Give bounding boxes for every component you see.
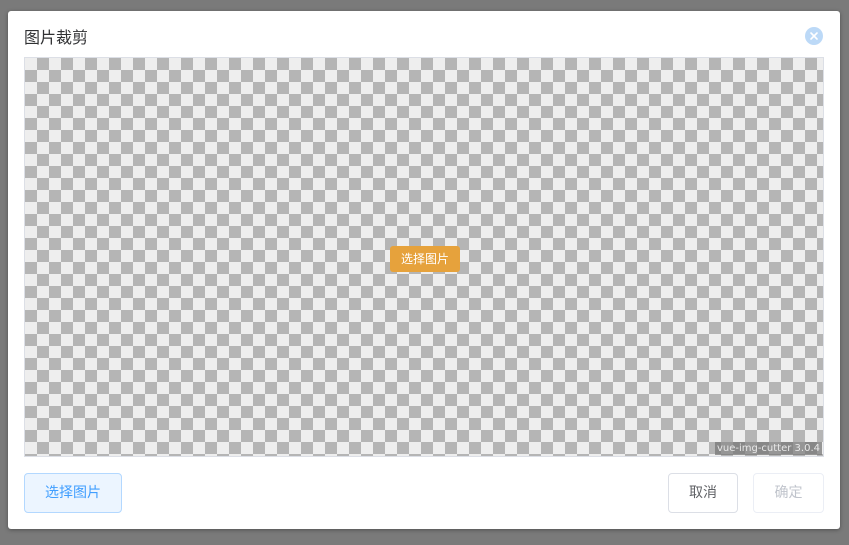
select-image-button[interactable]: 选择图片 <box>24 473 122 513</box>
confirm-button[interactable]: 确定 <box>753 473 824 513</box>
image-cutter-canvas[interactable]: 选择图片 vue-img-cutter 3.0.4 <box>24 57 824 457</box>
dialog-title: 图片裁剪 <box>24 28 89 47</box>
cutter-version-watermark: vue-img-cutter 3.0.4 <box>714 442 822 455</box>
image-crop-dialog: 图片裁剪 选择图片 vue-img-cutter 3.0.4 选择图片 取消 确… <box>8 11 840 529</box>
cancel-button[interactable]: 取消 <box>668 473 738 513</box>
cutter-select-image-button[interactable]: 选择图片 <box>390 246 460 272</box>
close-icon[interactable] <box>805 27 823 45</box>
